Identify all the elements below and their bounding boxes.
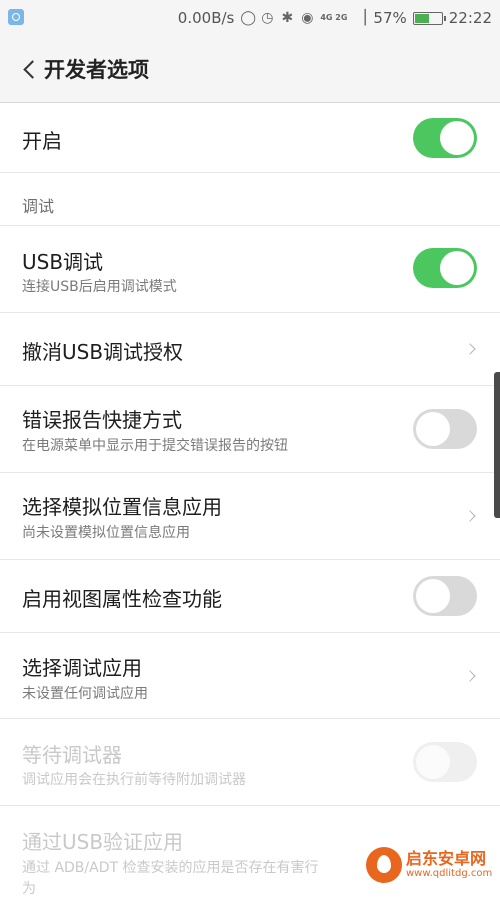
section-label: 调试 [22,197,55,216]
bluetooth-icon: ✱ [281,10,294,26]
row-label: 通过USB验证应用 [22,830,184,854]
section-header: 调试 [0,173,500,226]
row-label: 开启 [22,129,62,153]
row-wait-debugger: 等待调试器 调试应用会在执行前等待附加调试器 [0,719,500,806]
chevron-right-icon [466,510,478,522]
chevron-right-icon [466,343,478,355]
back-arrow-icon[interactable] [20,58,42,80]
row-subtitle: 未设置任何调试应用 [22,686,148,702]
toggle-switch[interactable] [413,576,477,616]
toggle-switch[interactable] [413,248,477,288]
watermark-logo-icon [366,847,402,883]
row-label: 等待调试器 [22,743,122,767]
row-label: 选择模拟位置信息应用 [22,495,222,519]
toggle-switch[interactable] [413,118,477,158]
alarm-icon: ◷ [261,10,274,26]
row-debug-app[interactable]: 选择调试应用 未设置任何调试应用 [0,633,500,719]
row-subtitle: 在电源菜单中显示用于提交错误报告的按钮 [22,438,288,454]
status-bar: 0.00B/s ◯ ◷ ✱ ◉ 4G 2G ▕ 57% 22:22 [0,0,500,36]
row-label: 选择调试应用 [22,656,142,680]
app-header: 开发者选项 [0,36,500,103]
row-bug-report[interactable]: 错误报告快捷方式 在电源菜单中显示用于提交错误报告的按钮 [0,386,500,473]
row-subtitle: 通过 ADB/ADT 检查安装的应用是否存在有害行 [22,860,319,876]
row-subtitle: 尚未设置模拟位置信息应用 [22,525,190,541]
chevron-right-icon [466,670,478,682]
network-speed: 0.00B/s [177,9,235,27]
row-label: 撤消USB调试授权 [22,340,184,364]
row-label: 启用视图属性检查功能 [22,587,222,611]
row-usb-debug[interactable]: USB调试 连接USB后启用调试模式 [0,226,500,313]
battery-icon [412,11,446,25]
watermark-url: www.qdlitdg.com [406,868,493,879]
row-label: 错误报告快捷方式 [22,408,182,432]
row-mock-location[interactable]: 选择模拟位置信息应用 尚未设置模拟位置信息应用 [0,473,500,560]
notification-app-icon [8,9,24,25]
battery-fill [414,13,429,23]
watermark-name: 启东安卓网 [406,849,487,868]
clock: 22:22 [448,9,492,27]
row-label: USB调试 [22,250,104,274]
settings-list: 开启 调试 USB调试 连接USB后启用调试模式 撤消USB调试授权 错误报告快… [0,103,500,897]
row-enable[interactable]: 开启 [0,103,500,173]
row-subtitle-wrap: 为 [22,881,36,897]
row-view-attribute[interactable]: 启用视图属性检查功能 [0,560,500,633]
row-subtitle: 连接USB后启用调试模式 [22,279,177,295]
row-revoke-usb[interactable]: 撤消USB调试授权 [0,313,500,386]
battery-percent: 57% [373,9,407,27]
wifi-icon: ◉ [301,10,314,26]
page-title: 开发者选项 [44,58,149,82]
location-icon: ◯ [240,10,257,26]
signal-icon: ▕ [355,10,366,26]
watermark: 启东安卓网 www.qdlitdg.com [366,847,492,883]
toggle-switch[interactable] [413,409,477,449]
scroll-indicator[interactable] [494,372,500,518]
network-type: 4G 2G [320,13,348,22]
toggle-switch [413,742,477,782]
row-subtitle: 调试应用会在执行前等待附加调试器 [22,772,246,788]
